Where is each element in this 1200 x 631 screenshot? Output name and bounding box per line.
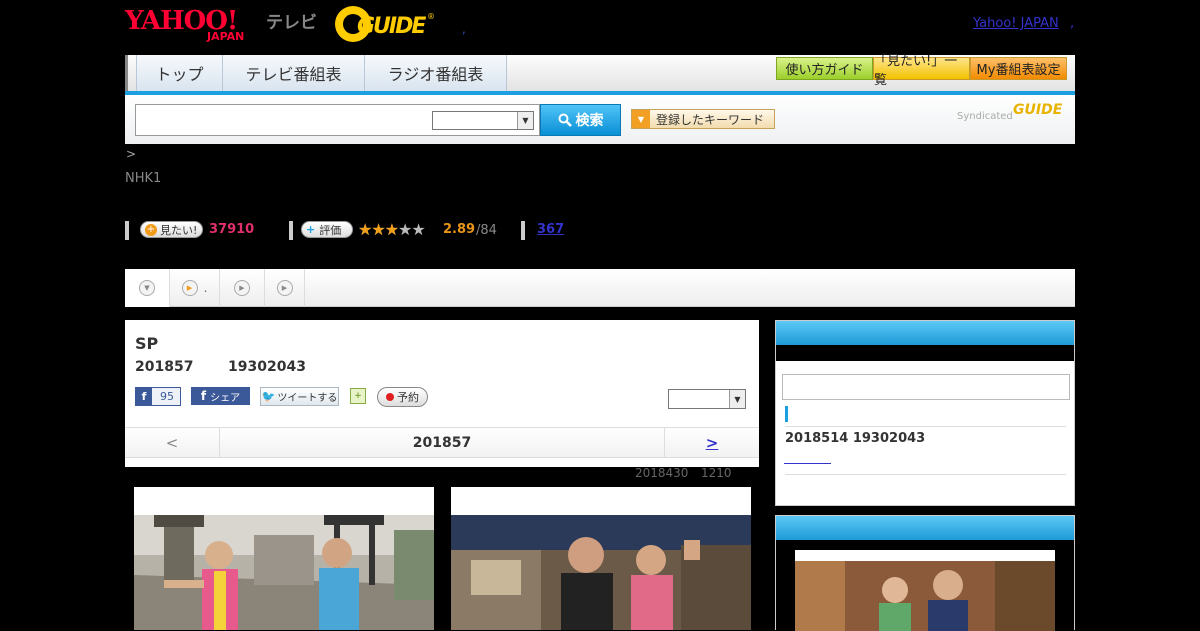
facebook-like-button[interactable]: f 95: [135, 387, 181, 406]
subtab-4[interactable]: ▶: [265, 269, 305, 307]
facebook-icon: f: [136, 388, 152, 405]
saved-keywords-button[interactable]: ▼ 登録したキーワード: [631, 109, 775, 129]
rating-stars-filled: ★★★★★: [358, 220, 397, 239]
twitter-bird-icon: 🐦: [261, 390, 276, 403]
chevron-down-icon: ▼: [517, 112, 533, 129]
sidebar-related-header: [776, 516, 1074, 540]
tab-tv-schedule[interactable]: テレビ番組表: [223, 55, 365, 91]
facebook-like-count: 95: [160, 390, 174, 403]
search-button[interactable]: 検索: [540, 104, 621, 136]
facebook-icon: f: [200, 389, 207, 403]
yahoo-japan-link[interactable]: Yahoo! JAPAN: [973, 16, 1059, 31]
sidebar-broadcast-date: 2018514 19302043: [785, 431, 926, 446]
pager-date: 201857: [412, 434, 472, 451]
episode-pager: < 201857 >: [125, 427, 759, 458]
plus-icon: +: [306, 223, 316, 236]
record-dot-icon: [386, 393, 394, 401]
breadcrumb: >: [126, 147, 137, 161]
registered-mark: ®: [427, 12, 435, 21]
program-photo-2[interactable]: [451, 487, 751, 630]
channel-name: NHK1: [125, 171, 162, 186]
chevron-down-icon: ▼: [729, 390, 745, 408]
gguide-logo-text: GUIDE: [357, 14, 426, 39]
header-separator: ,: [462, 22, 466, 36]
facebook-share-label: シェア: [210, 392, 241, 404]
tv-label[interactable]: テレビ: [266, 8, 317, 33]
syndicated-gguide-logo: GUIDE: [1013, 102, 1063, 118]
program-info-panel: SP 201857 19302043 f 95 f シェア 🐦 ツイートする +…: [125, 320, 759, 467]
main-nav: トップ テレビ番組表 ラジオ番組表 使い方ガイド 「見たい!」一覧 My番組表設…: [125, 54, 1075, 91]
updated-time: 1210: [701, 466, 732, 480]
search-bar: ▼ 検索 ▼ 登録したキーワード Syndicated GUIDE: [125, 95, 1075, 144]
sidebar-related-panel: [775, 515, 1075, 631]
saved-keywords-label: 登録したキーワード: [656, 112, 765, 127]
prev-episode-button[interactable]: <: [125, 428, 220, 457]
stat-divider: [125, 221, 129, 240]
review-count-link[interactable]: 367: [537, 222, 564, 237]
header-link-separator: ,: [1070, 16, 1075, 31]
search-category-select[interactable]: ▼: [432, 111, 534, 130]
program-photo-1[interactable]: [134, 487, 434, 630]
facebook-share-button[interactable]: f シェア: [191, 387, 250, 405]
divider: [785, 474, 1066, 475]
play-icon: ▶: [181, 280, 198, 296]
air-date: 201857: [135, 359, 194, 375]
program-subtabs: ▼ ▶ . ▶ ▶: [125, 269, 1075, 307]
triangle-down-icon: ▼: [632, 110, 650, 128]
subtab-2[interactable]: ▶ .: [170, 269, 220, 307]
gguide-logo[interactable]: GUIDE ®: [335, 6, 435, 42]
stat-divider: [521, 221, 525, 240]
add-to-calendar-icon[interactable]: +: [350, 388, 366, 404]
play-icon: ▶: [234, 280, 250, 296]
subtab-2-label: .: [203, 281, 208, 295]
updated-date: 2018430: [635, 466, 689, 480]
tab-top[interactable]: トップ: [136, 55, 223, 91]
stat-divider: [289, 221, 293, 240]
sidebar-header: [776, 321, 1074, 345]
mitai-count: 37910: [209, 222, 255, 237]
mitai-button-label: 見たい!: [160, 223, 198, 237]
air-time: 19302043: [228, 359, 306, 375]
how-to-guide-button[interactable]: 使い方ガイド: [776, 57, 873, 80]
sidebar-input[interactable]: [782, 374, 1070, 400]
play-icon: ▶: [276, 280, 293, 296]
subtab-details[interactable]: ▼: [125, 269, 170, 307]
rate-button-label: 評価: [319, 223, 342, 237]
sidebar-subheader: [776, 345, 1074, 361]
photo-street-scene: [134, 515, 434, 630]
subtab-3[interactable]: ▶: [220, 269, 265, 307]
photo-indoor-scene: [451, 515, 751, 630]
program-action-select[interactable]: ▼: [668, 389, 746, 409]
syndicated-label: Syndicated: [957, 111, 1013, 122]
my-schedule-settings-button[interactable]: My番組表設定: [970, 57, 1067, 80]
rating-stars: ★★★★★ ★★★★★: [358, 220, 426, 239]
chevron-down-icon: ▼: [139, 280, 155, 296]
mitai-button[interactable]: + 見たい!: [140, 221, 203, 238]
reserve-label: 予約: [397, 391, 419, 404]
yahoo-japan-logo[interactable]: YAHOO! JAPAN: [125, 6, 263, 43]
divider: [785, 426, 1066, 427]
rating-count: /84: [476, 223, 497, 238]
search-button-label: 検索: [575, 113, 604, 129]
tweet-label: ツイートする: [277, 393, 338, 404]
rating-value: 2.89: [443, 222, 476, 237]
yahoo-logo-sub: JAPAN: [207, 30, 245, 43]
sidebar-related-photo[interactable]: [795, 550, 1055, 631]
tab-radio-schedule[interactable]: ラジオ番組表: [365, 55, 507, 91]
next-episode-link[interactable]: >: [664, 428, 759, 457]
program-title: SP: [135, 334, 159, 353]
search-icon: [558, 113, 572, 127]
reserve-button[interactable]: 予約: [377, 387, 428, 407]
plus-icon: +: [145, 223, 157, 236]
rate-button[interactable]: + 評価: [301, 221, 353, 238]
mitai-list-button[interactable]: 「見たい!」一覧: [873, 54, 970, 88]
sidebar-section-marker: [785, 406, 788, 422]
tweet-button[interactable]: 🐦 ツイートする: [260, 387, 339, 406]
sidebar-broadcast-panel: 2018514 19302043: [775, 320, 1075, 506]
sidebar-link[interactable]: [784, 454, 831, 464]
